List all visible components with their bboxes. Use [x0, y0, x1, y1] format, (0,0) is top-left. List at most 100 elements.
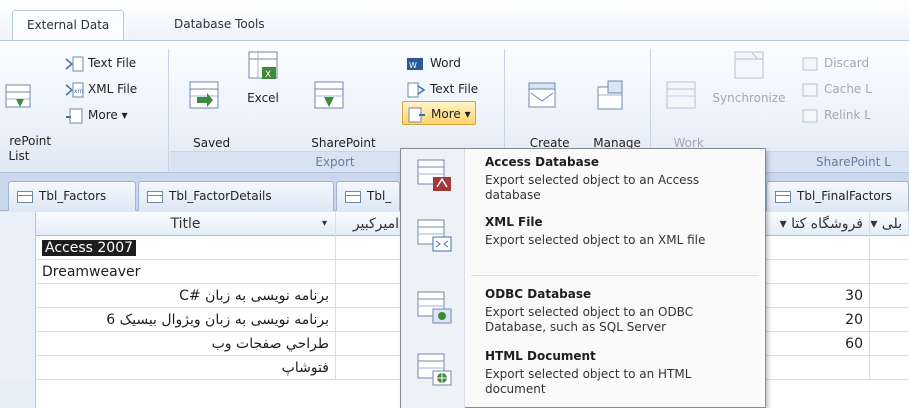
tab-tbl-finalfactors[interactable]: Tbl_FinalFactors [766, 181, 909, 211]
value-cell[interactable] [766, 236, 870, 260]
svg-text:xml: xml [74, 88, 84, 95]
record-selector[interactable] [0, 308, 36, 332]
menu-item-xml-desc: Export selected object to an XML file [485, 233, 706, 247]
record-selector[interactable] [0, 260, 36, 284]
discard-label: Discard [824, 56, 870, 70]
import-sharepoint-label: rePoint List [8, 134, 52, 163]
svg-text:X: X [265, 70, 271, 80]
synchronize-label: Synchronize [712, 91, 786, 105]
menu-item-html-title: HTML Document [485, 349, 596, 363]
discard-icon [802, 57, 818, 70]
title-cell[interactable]: Dreamweaver [36, 260, 336, 284]
import-more-label: More ▾ [88, 108, 128, 122]
relink-lists-button[interactable]: Relink L [800, 103, 871, 127]
manage-replies-icon [597, 80, 623, 110]
column-header-title[interactable]: Title ▾ [36, 212, 336, 236]
record-selector[interactable] [0, 356, 36, 380]
relink-icon [802, 109, 818, 122]
menu-item-odbc-desc: Export selected object to an ODBC Databa… [485, 305, 694, 334]
cache-icon [802, 83, 818, 96]
value-cell[interactable]: 60 [766, 332, 870, 356]
discard-changes-button[interactable]: Discard [800, 51, 869, 75]
menu-item-odbc-title: ODBC Database [485, 287, 592, 301]
sharepoint-group-label: SharePoint L [766, 151, 909, 171]
create-email-icon [528, 82, 556, 108]
import-xml-file-button[interactable]: xml XML File [64, 77, 137, 101]
export-word-label: Word [430, 56, 461, 70]
table-icon [147, 190, 163, 203]
import-text-file-label: Text File [88, 56, 137, 70]
sharepoint-list-export-icon [314, 81, 344, 109]
title-cell[interactable]: برنامه نویسی به زبان #C [36, 284, 336, 308]
tab-tbl-partial-label: Tbl_ [367, 189, 392, 203]
title-cell[interactable]: Access 2007 [36, 236, 336, 260]
odbc-database-icon [417, 291, 452, 324]
import-sharepoint-list-button[interactable]: rePoint List [0, 53, 51, 179]
column-header-3[interactable]: فروشگاه کتا ▾ [766, 212, 870, 236]
value-cell[interactable]: 20 [766, 308, 870, 332]
tab-tbl-factordetails[interactable]: Tbl_FactorDetails [138, 181, 334, 211]
cache-list-button[interactable]: Cache L [800, 77, 872, 101]
menu-item-access-database[interactable]: Access Database Export selected object t… [401, 151, 765, 211]
table-icon [17, 190, 33, 203]
export-text-file-label: Text File [430, 82, 479, 96]
column-header-3-label: فروشگاه کتا [791, 216, 863, 232]
svg-text:W: W [409, 61, 417, 70]
text-file-export-icon [407, 82, 426, 97]
menu-item-access-desc: Export selected object to an Access data… [485, 173, 700, 202]
sharepoint-list-icon [5, 84, 31, 108]
excel-label: Excel [247, 91, 279, 105]
record-selector[interactable] [0, 284, 36, 308]
access-database-icon [417, 159, 451, 191]
column-header-4[interactable]: بلی ▾ [870, 212, 909, 236]
menu-item-xml-file[interactable]: XML File Export selected object to an XM… [401, 211, 765, 271]
record-selector[interactable] [0, 332, 36, 356]
select-all-corner[interactable] [0, 212, 36, 236]
table-icon [345, 190, 361, 203]
xml-file-menu-icon [417, 219, 452, 252]
export-word-button[interactable]: W Word [406, 51, 461, 75]
import-xml-file-label: XML File [88, 82, 138, 96]
value-cell[interactable] [766, 260, 870, 284]
value-cell[interactable] [766, 356, 870, 380]
value-cell[interactable]: 30 [766, 284, 870, 308]
title-cell[interactable]: برنامه نویسی به زبان ویژوال بیسیک 6 [36, 308, 336, 332]
ribbon-tab-bar: External Data Database Tools [0, 0, 909, 40]
column-header-title-label: Title [170, 216, 201, 232]
tab-tbl-factors[interactable]: Tbl_Factors [8, 181, 136, 211]
column-header-4-label: بلی [881, 216, 902, 232]
tab-tbl-partial[interactable]: Tbl_ [336, 181, 400, 211]
word-icon: W [407, 57, 423, 70]
menu-item-xml-title: XML File [485, 215, 543, 229]
relink-label: Relink L [824, 108, 871, 122]
record-selector[interactable] [0, 236, 36, 260]
column-header-2[interactable]: امیرکبیر [336, 212, 406, 236]
title-cell[interactable]: طراحي صفحات وب [36, 332, 336, 356]
xml-file-icon: xml [65, 82, 84, 97]
tab-tbl-factors-label: Tbl_Factors [39, 189, 107, 203]
tab-tbl-factordetails-label: Tbl_FactorDetails [169, 189, 272, 203]
menu-item-access-title: Access Database [485, 155, 599, 169]
import-more-button[interactable]: More ▾ [64, 103, 128, 127]
title-cell-text: Access 2007 [42, 240, 137, 256]
menu-item-html-document[interactable]: HTML Document Export selected object to … [401, 345, 765, 405]
tab-database-tools[interactable]: Database Tools [160, 10, 279, 40]
export-more-button[interactable]: More ▾ [402, 101, 476, 125]
import-text-file-button[interactable]: Text File [64, 51, 136, 75]
saved-exports-icon [189, 81, 219, 109]
export-excel-button[interactable]: X Excel [240, 49, 286, 106]
more-import-icon [66, 108, 83, 123]
title-cell[interactable]: فتوشاپ [36, 356, 336, 380]
menu-separator [471, 275, 759, 276]
text-file-icon [65, 56, 84, 71]
table-icon [775, 190, 791, 203]
menu-item-odbc-database[interactable]: ODBC Database Export selected object to … [401, 283, 765, 343]
group-separator [168, 49, 169, 173]
tab-tbl-finalfactors-label: Tbl_FinalFactors [797, 189, 892, 203]
cache-label: Cache L [824, 82, 872, 96]
tab-external-data[interactable]: External Data [12, 10, 125, 40]
synchronize-button[interactable]: Synchronize [708, 49, 790, 106]
excel-icon: X [248, 51, 278, 80]
synchronize-icon [734, 51, 764, 79]
export-text-file-button[interactable]: Text File [406, 77, 478, 101]
